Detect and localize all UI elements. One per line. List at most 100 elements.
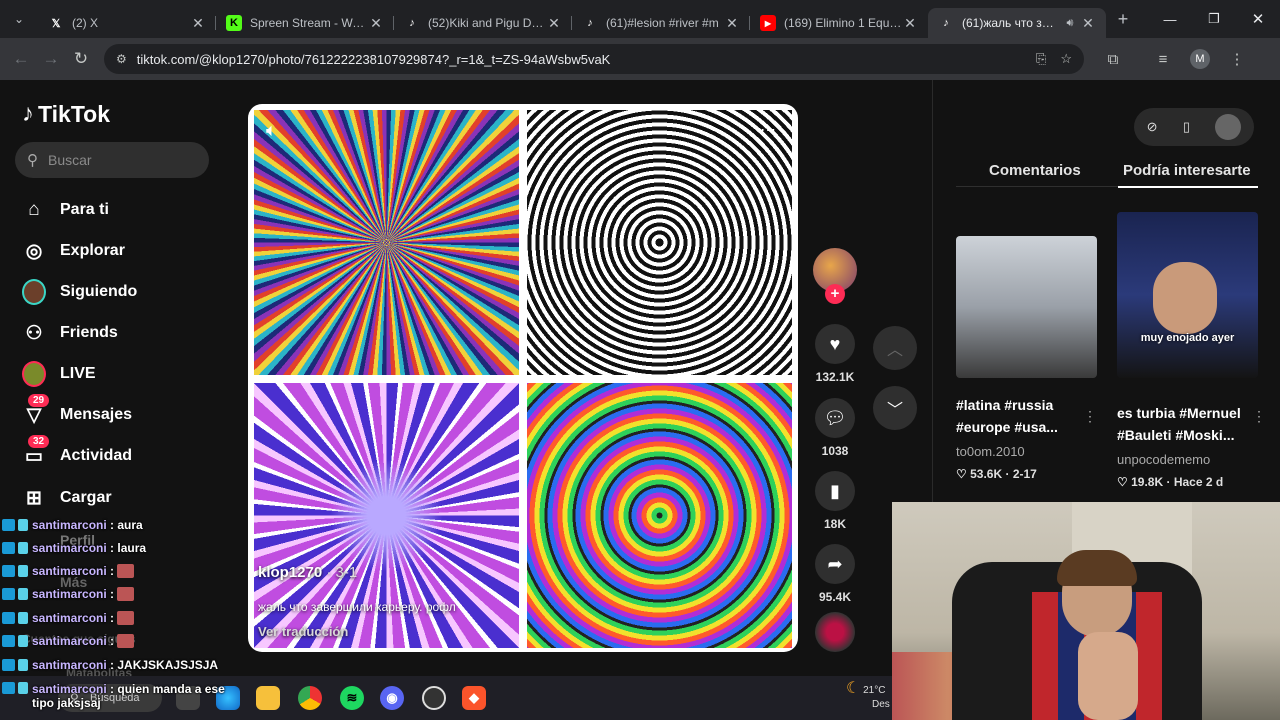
chat-username: santimarconi (32, 658, 107, 672)
profile-avatar[interactable] (1215, 114, 1242, 140)
reload-icon[interactable]: ↻ (66, 49, 96, 69)
share-button[interactable]: ➦ 95.4K (812, 544, 858, 604)
tab-tiktok-lesion[interactable]: ♪ (61)#lesion #river #m ✕ (572, 8, 750, 38)
nav-item-para-ti[interactable]: ⌂ Para ti (22, 198, 109, 222)
nav-label: Siguiendo (60, 283, 138, 300)
bookmark-star-icon[interactable]: ☆ (1060, 51, 1072, 67)
browser-toolbar: ← → ↻ ⚙ tiktok.com/@klop1270/photo/76122… (0, 38, 1280, 80)
messages-icon: ▽ 29 (22, 394, 50, 427)
close-tab-icon[interactable]: ✕ (190, 15, 206, 32)
suggested-video-card[interactable]: muy enojado ayer ⋮ es turbia #Mernuel #B… (1117, 212, 1266, 489)
tab-comentarios[interactable]: Comentarios (989, 162, 1081, 179)
search-icon: ⚲ (27, 152, 38, 169)
file-explorer-icon[interactable] (256, 686, 280, 710)
more-options-icon[interactable]: ⋮ (1252, 408, 1266, 425)
tiktok-logo-text: TikTok (38, 100, 110, 127)
nav-item-cargar[interactable]: ⊞ Cargar (22, 486, 112, 510)
close-tab-icon[interactable]: ✕ (1080, 15, 1096, 32)
minimize-icon[interactable]: — (1148, 12, 1192, 27)
chat-badge-icon (2, 565, 15, 577)
weather-widget[interactable]: ☾ 21°C Des (846, 681, 890, 712)
close-tab-icon[interactable]: ✕ (368, 15, 384, 32)
chat-badge-icon (18, 659, 28, 671)
next-video-button[interactable]: ﹀ (873, 386, 917, 430)
nav-label: Mensajes (60, 406, 133, 423)
nav-label: LIVE (60, 365, 96, 382)
tiktok-logo[interactable]: ♪ TikTok (22, 100, 110, 128)
chat-text: : (110, 587, 115, 601)
right-toolbar: ⊘ ▯ (1134, 108, 1254, 146)
menu-kebab-icon[interactable]: ⋮ (1222, 50, 1252, 68)
close-tab-icon[interactable]: ✕ (546, 15, 562, 32)
tab-tiktok-kiki[interactable]: ♪ (52)Kiki and Pigu Dance ✕ (394, 8, 572, 38)
streamer-webcam (892, 502, 1280, 720)
previous-video-button[interactable]: ︿ (873, 326, 917, 370)
translate-link[interactable]: Ver traducción (258, 624, 348, 639)
nav-item-actividad[interactable]: ▭ 32 Actividad (22, 435, 132, 468)
site-settings-icon[interactable]: ⚙ (116, 52, 127, 66)
tab-youtube[interactable]: ▶ (169) Elimino 1 Equipo ✕ (750, 8, 928, 38)
more-options-icon[interactable]: ⋯ (760, 120, 776, 140)
post-caption: жаль что завершили карьеру. рофл (258, 600, 456, 614)
video-thumbnail: muy enojado ayer (1117, 212, 1258, 378)
close-window-icon[interactable]: ✕ (1236, 10, 1280, 28)
following-avatar-icon (22, 279, 46, 305)
video-title: #latina #russia #europe #usa... (956, 397, 1058, 435)
video-author[interactable]: unpocodememo (1117, 452, 1258, 467)
close-tab-icon[interactable]: ✕ (724, 15, 740, 32)
profile-avatar[interactable]: M (1190, 49, 1210, 69)
tab-kick[interactable]: K Spreen Stream - Watch ✕ (216, 8, 394, 38)
like-button[interactable]: ♥ 132.1K (812, 324, 858, 384)
save-button[interactable]: ▮ 18K (812, 471, 858, 531)
follow-plus-icon[interactable]: + (825, 284, 845, 304)
music-disc-icon[interactable] (815, 612, 855, 652)
weather-temp: 21°C (863, 685, 886, 696)
forward-icon[interactable]: → (36, 49, 66, 69)
search-input[interactable]: ⚲ Buscar (15, 142, 209, 178)
video-author[interactable]: to0om.2010 (956, 444, 1097, 459)
address-bar[interactable]: ⚙ tiktok.com/@klop1270/photo/76122222381… (104, 44, 1084, 74)
suggested-video-card[interactable]: ⋮ #latina #russia #europe #usa... to0om.… (956, 212, 1097, 481)
chat-badge-icon (2, 612, 15, 624)
chat-text: : JAKJSKAJSJSJA (110, 658, 219, 672)
heart-outline-icon: ♡ (956, 467, 967, 481)
spotify-icon[interactable]: ≋ (340, 686, 364, 710)
activity-icon: ▭ 32 (22, 435, 50, 468)
nav-item-mensajes[interactable]: ▽ 29 Mensajes (22, 394, 133, 427)
install-app-icon[interactable]: ⎘ (1036, 51, 1046, 67)
nav-item-friends[interactable]: ⚇ Friends (22, 321, 117, 345)
maximize-icon[interactable]: ❐ (1192, 11, 1236, 27)
tab-search-dropdown-icon[interactable]: ⌄ (0, 12, 38, 26)
nav-item-siguiendo[interactable]: Siguiendo (22, 279, 138, 305)
device-icon[interactable]: ▯ (1183, 119, 1190, 135)
speaker-icon[interactable]: 🔊︎ (1060, 17, 1080, 30)
video-date: 2-17 (1012, 467, 1037, 481)
url-text: tiktok.com/@klop1270/photo/7612222238107… (136, 51, 611, 67)
tiktok-logo-icon: ♪ (409, 17, 415, 29)
tab-x[interactable]: 𝕏 (2) X ✕ (38, 8, 216, 38)
new-tab-button[interactable]: + (1106, 9, 1140, 30)
back-icon[interactable]: ← (6, 49, 36, 69)
volume-icon[interactable]: 🔈︎ (266, 120, 277, 141)
photo-post[interactable]: 🔈︎ ⋯ klop1270 · 3-1 жаль что завершили к… (248, 104, 798, 652)
chat-message: santimarconi : (2, 634, 238, 648)
obs-icon[interactable] (422, 686, 446, 710)
tab-podria-interesarte[interactable]: Podría interesarte (1123, 162, 1251, 179)
post-username: klop1270 (258, 564, 323, 581)
close-tab-icon[interactable]: ✕ (902, 15, 918, 32)
webcam-streamer-hands (1078, 632, 1138, 720)
chat-emote-icon (117, 587, 135, 601)
chrome-icon[interactable] (298, 686, 322, 710)
kick-logo-icon: K (226, 15, 242, 31)
brave-icon[interactable]: ◆ (462, 686, 486, 710)
compass-icon[interactable]: ⊘ (1147, 119, 1158, 135)
tab-tiktok-active[interactable]: ♪ (61)жаль что заве 🔊︎ ✕ (928, 8, 1106, 38)
extensions-icon[interactable]: ⧉ (1098, 51, 1128, 68)
nav-item-live[interactable]: LIVE (22, 361, 96, 387)
more-options-icon[interactable]: ⋮ (1083, 408, 1097, 425)
comment-button[interactable]: 💬︎ 1038 (812, 398, 858, 458)
media-controls-icon[interactable]: ≡ (1148, 51, 1178, 68)
nav-item-explorar[interactable]: ◎ Explorar (22, 239, 125, 263)
post-author[interactable]: klop1270 · 3-1 (258, 564, 357, 581)
discord-icon[interactable]: ◉ (380, 686, 404, 710)
